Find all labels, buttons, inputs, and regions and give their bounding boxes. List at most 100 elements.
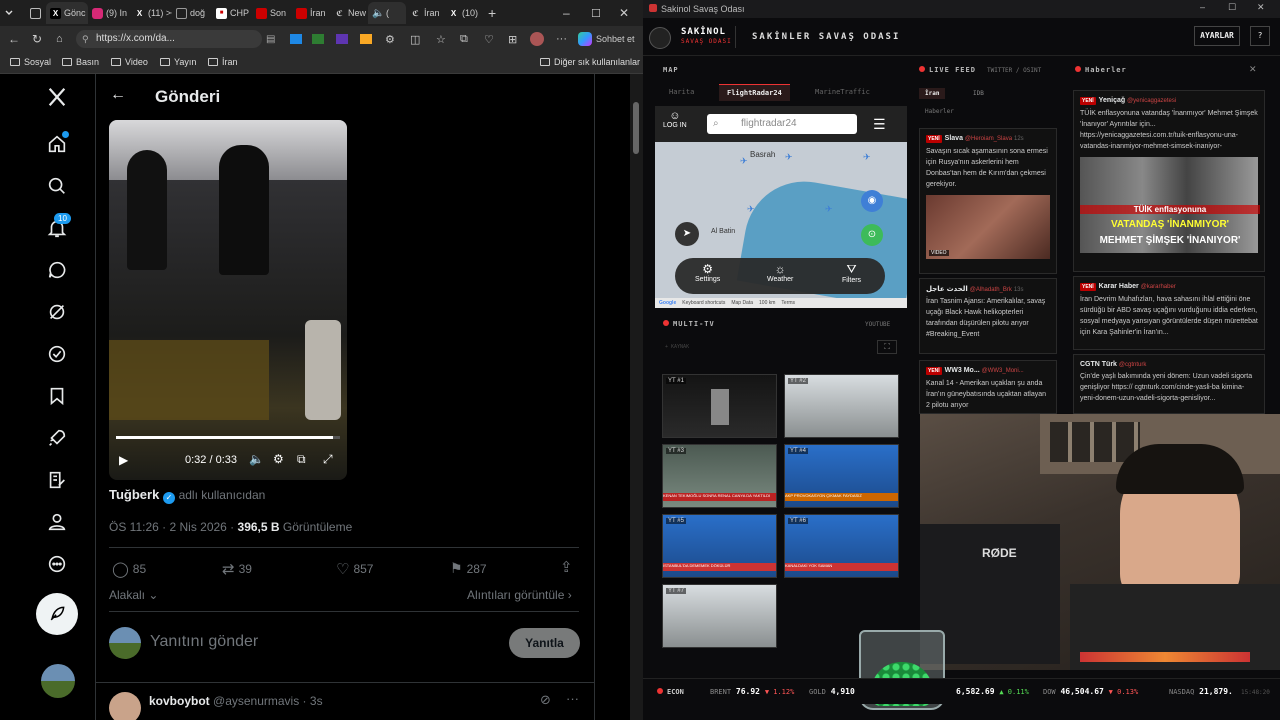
tab-1[interactable]: (9) In bbox=[88, 2, 130, 24]
favorite-folder[interactable]: Video bbox=[111, 57, 148, 67]
nav-more[interactable] bbox=[46, 553, 68, 575]
other-favorites[interactable]: Diğer sık kullanılanlar bbox=[540, 57, 640, 67]
tv-tile[interactable]: YT #2 bbox=[784, 374, 899, 438]
news-item[interactable]: CGTN Türk @cgtnturk Çin'de yaşlı bakımın… bbox=[1073, 354, 1265, 414]
repost-action[interactable]: ⇄ 39 bbox=[222, 560, 252, 578]
post-button[interactable] bbox=[36, 593, 78, 635]
pip-button[interactable]: ⧉ bbox=[297, 452, 306, 467]
news-image[interactable]: TÜİK enflasyonuna VATANDAŞ 'İNANMIYOR' M… bbox=[1080, 157, 1260, 253]
fr24-weather-button[interactable]: ☼ Weather bbox=[767, 262, 793, 283]
tv-tile[interactable]: YT #3 KENAN TEKIMOĞLU SONRA RENAL CANYA D… bbox=[662, 444, 777, 508]
collections-icon[interactable]: ⧉ bbox=[460, 33, 468, 46]
locate-button[interactable]: ➤ bbox=[675, 222, 699, 246]
tab-2[interactable]: X (11) >< bbox=[130, 2, 172, 24]
fr24-filters-button[interactable]: ⛛ Filters bbox=[842, 262, 861, 284]
attribution-item[interactable]: Terms bbox=[781, 300, 795, 306]
more-options-button[interactable]: ··· bbox=[566, 691, 579, 706]
copilot-button[interactable]: Sohbet et bbox=[578, 32, 635, 46]
grok-button[interactable]: ⊘ bbox=[540, 692, 551, 708]
workspaces-button[interactable] bbox=[26, 2, 46, 24]
nav-home[interactable] bbox=[46, 131, 69, 155]
home-icon[interactable]: ⌂ bbox=[56, 33, 63, 45]
filter-idb[interactable]: IDB bbox=[973, 90, 984, 97]
favorite-folder[interactable]: Yayın bbox=[160, 57, 196, 67]
feed-item[interactable]: YENİ WW3 Mo... @WW3_Moni... Kanal 14 - Am… bbox=[919, 360, 1057, 414]
attribution-item[interactable]: Keyboard shortcuts bbox=[682, 300, 725, 306]
favorite-folder[interactable]: Sosyal bbox=[10, 57, 51, 67]
split-screen-icon[interactable]: ◫ bbox=[410, 33, 420, 46]
maximize-button[interactable]: ☐ bbox=[587, 2, 615, 24]
video-player[interactable]: ▶ 0:32 / 0:33 🔈 ⚙ ⧉ ⤢ bbox=[109, 120, 347, 480]
fr24-login[interactable]: ☺ LOG IN bbox=[663, 110, 687, 129]
tab-3[interactable]: doğ bbox=[172, 2, 212, 24]
aircraft-icon[interactable]: ✈ bbox=[863, 152, 871, 163]
favorites-icon[interactable]: ☆ bbox=[436, 33, 446, 46]
timestamp[interactable]: ÖS 11:26 · 2 Nis 2026 · bbox=[109, 520, 234, 534]
view-quotes-link[interactable]: Alıntıları görüntüle › bbox=[467, 588, 572, 602]
filter-iran[interactable]: İran bbox=[919, 88, 946, 99]
aircraft-icon[interactable]: ✈ bbox=[825, 204, 833, 215]
map-tab-marine[interactable]: MarineTraffic bbox=[815, 88, 870, 96]
location-button[interactable]: ⊙ bbox=[861, 224, 883, 246]
feed-media[interactable]: VIDEO bbox=[926, 195, 1050, 259]
nav-explore[interactable] bbox=[46, 175, 68, 197]
expand-button[interactable]: ⛶ bbox=[877, 340, 897, 354]
back-icon[interactable]: ← bbox=[8, 32, 20, 46]
account-avatar[interactable] bbox=[41, 664, 75, 698]
tab-10[interactable]: X (10) bbox=[444, 2, 484, 24]
minimize-button[interactable]: – bbox=[1200, 2, 1205, 12]
close-window-button[interactable]: ✕ bbox=[1257, 2, 1265, 13]
fullscreen-button[interactable]: ⤢ bbox=[323, 452, 333, 467]
maximize-button[interactable]: ☐ bbox=[1228, 2, 1236, 13]
share-action[interactable]: ⇪ bbox=[560, 558, 573, 576]
new-tab-button[interactable]: + bbox=[484, 2, 506, 24]
tv-tile[interactable]: YT #1 bbox=[662, 374, 777, 438]
x-home-logo[interactable] bbox=[46, 86, 68, 108]
settings-button[interactable]: ⚙ bbox=[273, 452, 284, 466]
aircraft-icon[interactable]: ✈ bbox=[785, 152, 793, 163]
related-toggle[interactable]: Alakalı ⌄ bbox=[109, 588, 158, 602]
help-button[interactable]: ? bbox=[1250, 26, 1270, 46]
fr24-menu-button[interactable]: ☰ bbox=[873, 116, 886, 133]
extension-icon[interactable] bbox=[312, 34, 324, 44]
nav-jobs[interactable] bbox=[46, 427, 68, 449]
gamepad-icon[interactable]: ⊞ bbox=[508, 33, 517, 46]
reply-author-avatar[interactable] bbox=[109, 692, 141, 720]
bookmark-action[interactable]: ⚑ 287 bbox=[450, 560, 487, 577]
reply-author[interactable]: kovboybot bbox=[149, 694, 210, 708]
aircraft-icon[interactable]: ✈ bbox=[747, 204, 755, 215]
feed-item[interactable]: YENİ Slava @Heroiam_Slava 12s Savaşın sıc… bbox=[919, 128, 1057, 274]
like-action[interactable]: ♡ 857 bbox=[336, 560, 373, 578]
aircraft-icon[interactable]: ✈ bbox=[740, 156, 748, 167]
more-icon[interactable]: ··· bbox=[556, 33, 567, 45]
favorite-folder[interactable]: İran bbox=[208, 57, 238, 67]
close-window-button[interactable]: ✕ bbox=[615, 2, 643, 24]
nav-premium[interactable] bbox=[46, 343, 68, 365]
fr24-search[interactable]: ⌕ flightradar24 bbox=[707, 114, 857, 134]
radar-button[interactable]: ◉ bbox=[861, 190, 883, 212]
reading-view-icon[interactable]: ▤ bbox=[266, 34, 275, 45]
extension-icon[interactable] bbox=[290, 34, 302, 44]
close-panel-button[interactable]: ✕ bbox=[1249, 64, 1257, 75]
tab-menu-button[interactable] bbox=[0, 2, 26, 24]
tab-4[interactable]: ■ CHP bbox=[212, 2, 252, 24]
scrollbar-thumb[interactable] bbox=[633, 102, 639, 154]
back-button[interactable]: ← bbox=[110, 86, 126, 104]
tv-tile[interactable]: YT #6 KANALDAKİ YOK SAMAN bbox=[784, 514, 899, 578]
minimize-button[interactable]: – bbox=[559, 2, 587, 24]
nav-articles[interactable] bbox=[46, 469, 68, 491]
play-button[interactable]: ▶ bbox=[119, 453, 128, 467]
reply-input[interactable]: Yanıtını gönder bbox=[150, 633, 258, 651]
tv-tile[interactable]: YT #4 AKP PROVOKASYON ÇIKMAK FAYDASIZ bbox=[784, 444, 899, 508]
fr24-settings-button[interactable]: ⚙ Settings bbox=[695, 262, 720, 283]
tv-tile[interactable]: YT #7 bbox=[662, 584, 777, 648]
author-name[interactable]: Tuğberk bbox=[109, 487, 159, 502]
scrollbar[interactable] bbox=[630, 74, 643, 720]
favorite-folder[interactable]: Basın bbox=[62, 57, 99, 67]
reply-button[interactable]: Yanıtla bbox=[509, 628, 580, 658]
settings-button[interactable]: AYARLAR bbox=[1194, 26, 1240, 46]
video-progress-track[interactable] bbox=[116, 436, 340, 439]
filter-haberler[interactable]: Haberler bbox=[925, 108, 954, 115]
tab-5[interactable]: Son bbox=[252, 2, 292, 24]
heart-icon[interactable]: ♡ bbox=[484, 33, 494, 46]
